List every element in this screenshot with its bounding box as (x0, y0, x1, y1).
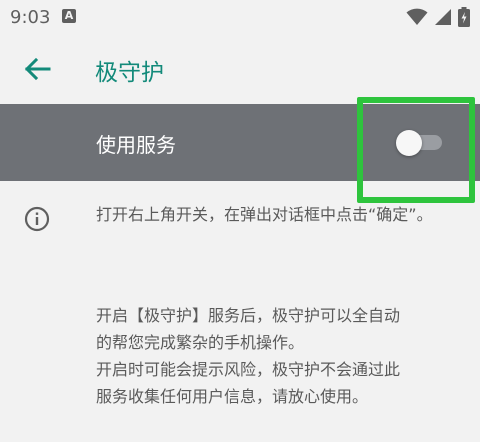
page-title: 极守护 (95, 60, 164, 86)
hint-text: 打开右上角开关，在弹出对话框中点击“确定”。 (96, 205, 433, 224)
status-time: 9:03 (10, 7, 51, 28)
status-bar: 9:03 A (0, 0, 480, 34)
description-line: 的帮您完成繁杂的手机操作。 (96, 333, 305, 352)
service-label: 使用服务 (96, 133, 176, 157)
info-icon (24, 206, 50, 232)
back-button[interactable] (22, 54, 52, 84)
back-arrow-icon (24, 57, 51, 81)
service-description: 开启【极守护】服务后，极守护可以全自动 的帮您完成繁杂的手机操作。 开启时可能会… (96, 302, 464, 410)
wifi-icon (406, 8, 428, 25)
signal-icon (435, 9, 451, 25)
description-line: 服务收集任何用户信息，请放心使用。 (96, 387, 369, 406)
description-line: 开启时可能会提示风险，极守护不会通过此 (96, 360, 401, 379)
switch-highlight-box (357, 97, 475, 203)
notification-a-icon: A (62, 9, 76, 23)
description-line: 开启【极守护】服务后，极守护可以全自动 (96, 306, 401, 325)
battery-icon (458, 7, 470, 27)
app-bar: 极守护 (0, 34, 480, 104)
status-icons (406, 7, 470, 27)
